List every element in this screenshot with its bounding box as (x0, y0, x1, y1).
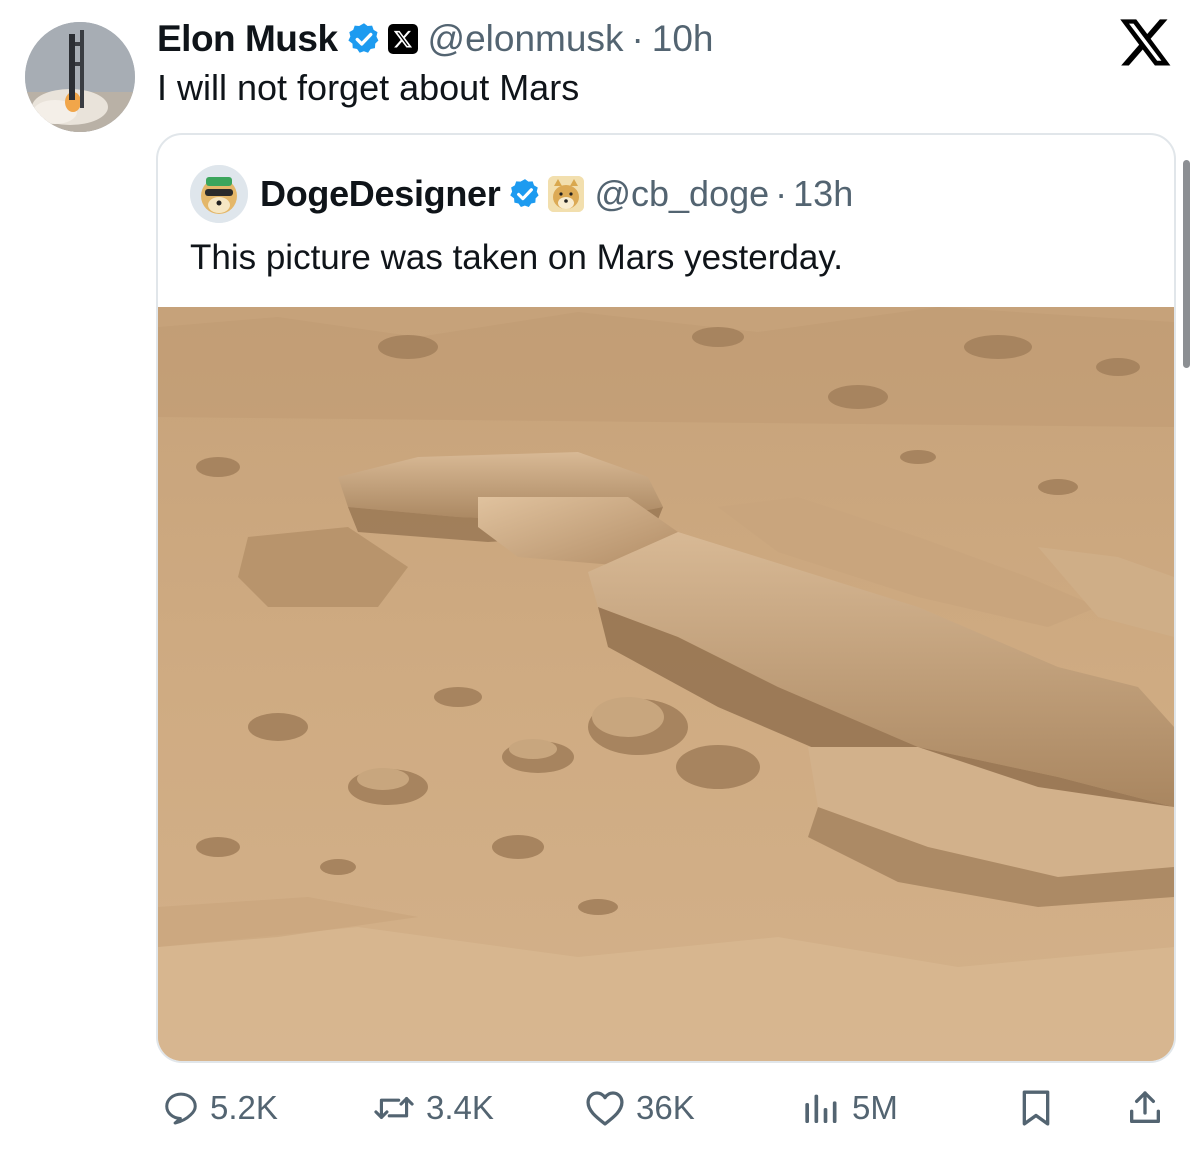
like-button[interactable]: 36K (584, 1078, 695, 1138)
doge-avatar-image (190, 165, 248, 223)
quoted-tweet-timestamp[interactable]: 13h (793, 173, 853, 215)
quoted-tweet-card[interactable]: DogeDesigner @cb_doge · 13h This picture… (156, 133, 1176, 1063)
doge-affiliate-icon[interactable] (548, 176, 585, 212)
x-logo-icon[interactable] (1118, 18, 1172, 68)
quoted-author-avatar[interactable] (190, 165, 248, 223)
quoted-author-handle[interactable]: @cb_doge (594, 173, 769, 215)
author-avatar[interactable] (25, 22, 135, 132)
repost-button[interactable]: 3.4K (372, 1078, 494, 1138)
mars-surface-photo[interactable] (158, 307, 1174, 1061)
x-affiliate-icon[interactable] (387, 24, 418, 54)
share-icon (1130, 1091, 1160, 1123)
reply-icon (165, 1092, 197, 1125)
quoted-tweet-text: This picture was taken on Mars yesterday… (190, 238, 843, 277)
views-count: 5M (852, 1089, 898, 1126)
repost-count: 3.4K (426, 1089, 494, 1126)
views-button[interactable]: 5M (802, 1078, 898, 1138)
heart-icon (586, 1091, 624, 1126)
tweet-timestamp[interactable]: 10h (652, 18, 714, 60)
reply-button[interactable]: 5.2K (162, 1078, 278, 1138)
scrollbar[interactable] (1183, 160, 1190, 368)
bookmark-icon (1022, 1090, 1050, 1126)
action-bar: 5.2K 3.4K 36K 5M (0, 1078, 1200, 1138)
quoted-author-name[interactable]: DogeDesigner (260, 173, 501, 215)
views-icon (805, 1094, 837, 1123)
tweet-header: Elon Musk @elonmusk · 10h (157, 14, 714, 64)
tweet-text: I will not forget about Mars (157, 67, 580, 108)
separator-dot: · (631, 18, 644, 59)
repost-icon (374, 1096, 414, 1119)
author-handle[interactable]: @elonmusk (428, 18, 624, 60)
like-count: 36K (636, 1089, 695, 1126)
verified-badge-icon[interactable] (508, 177, 542, 211)
share-button[interactable] (1125, 1078, 1165, 1138)
separator-dot: · (775, 173, 788, 214)
quoted-tweet-header: DogeDesigner @cb_doge · 13h (190, 165, 853, 223)
verified-badge-icon[interactable] (346, 21, 382, 57)
author-name[interactable]: Elon Musk (157, 18, 338, 60)
reply-count: 5.2K (210, 1089, 278, 1126)
bookmark-button[interactable] (1017, 1078, 1055, 1138)
rocket-launch-image (25, 22, 135, 132)
